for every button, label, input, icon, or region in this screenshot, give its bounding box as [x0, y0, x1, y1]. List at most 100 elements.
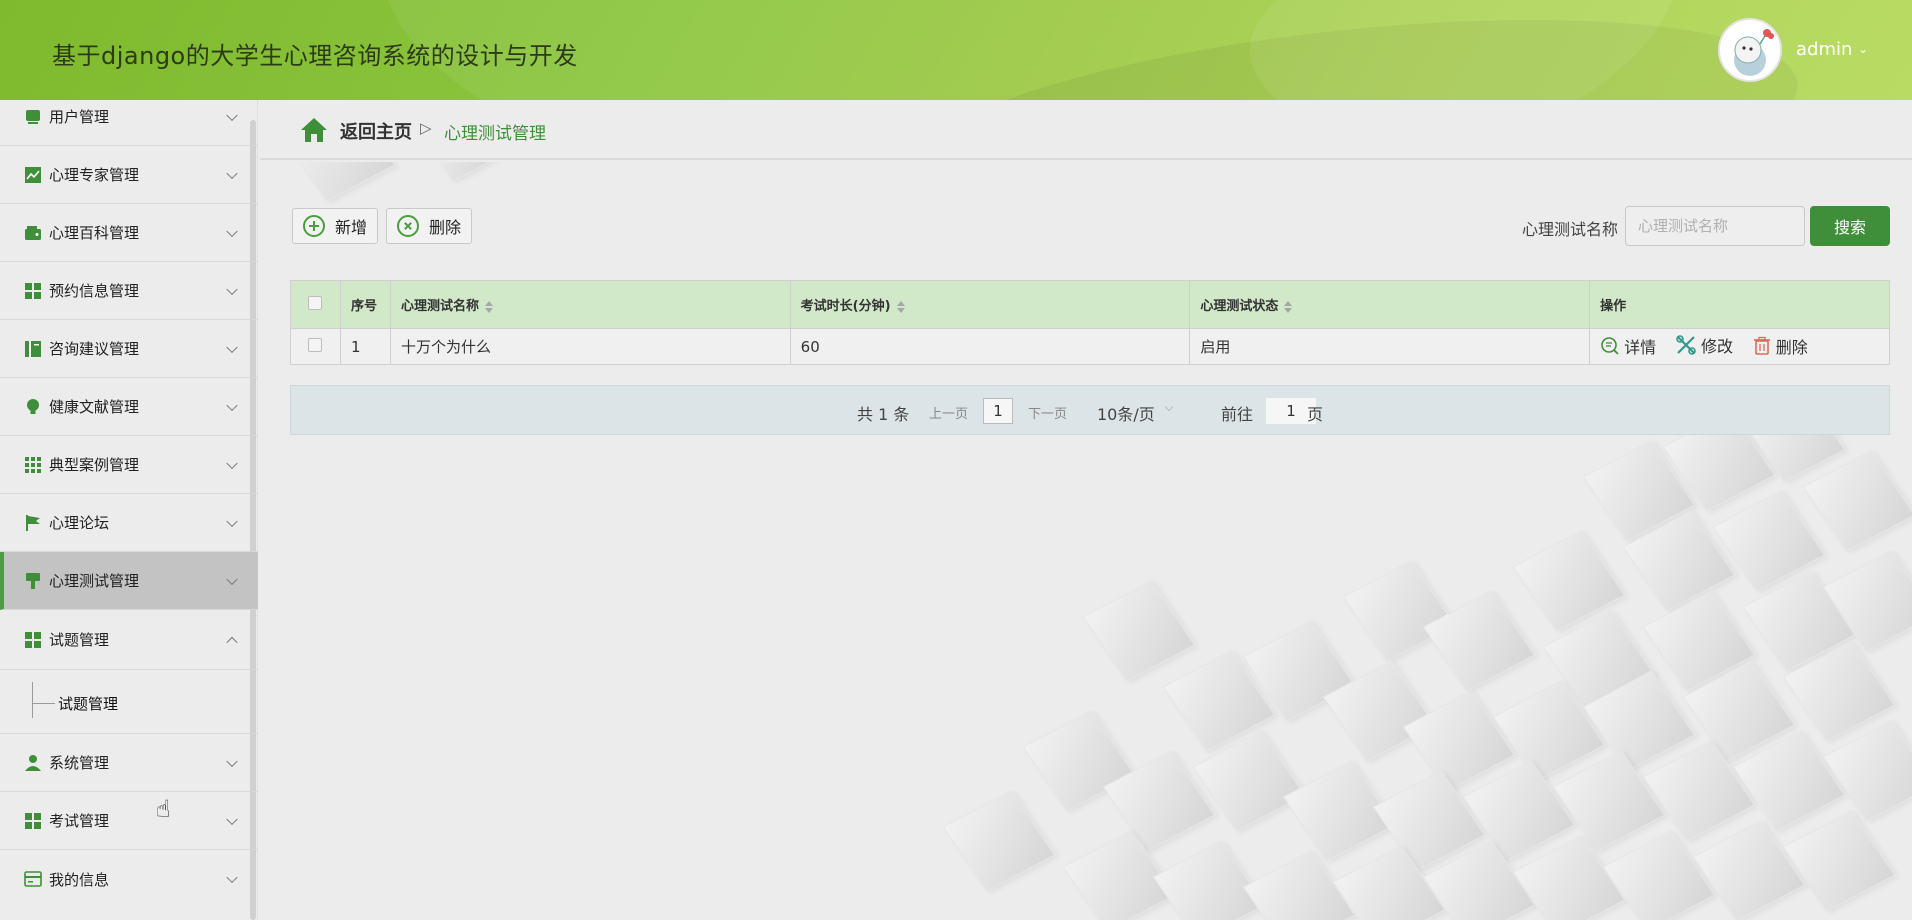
- row-select-cell[interactable]: [290, 328, 341, 365]
- chevron-down-icon[interactable]: [1164, 402, 1174, 412]
- book-icon: [24, 340, 42, 358]
- sidebar: 用户管理 心理专家管理 心理百科管理 预约信息管理 咨询建议管理 健康文献管理 …: [0, 100, 258, 920]
- chevron-down-icon: [226, 167, 238, 179]
- sort-icon[interactable]: [1284, 300, 1293, 313]
- breadcrumb-separator: ▷: [420, 119, 432, 137]
- column-header-duration[interactable]: 考试时长(分钟): [789, 280, 1191, 329]
- submenu-item-question-management[interactable]: 试题管理: [58, 693, 118, 714]
- search-input[interactable]: [1625, 206, 1805, 246]
- row-checkbox[interactable]: [308, 337, 323, 352]
- avatar[interactable]: [1718, 18, 1782, 82]
- sidebar-item-user-management[interactable]: 用户管理: [0, 88, 258, 146]
- brush-icon: [24, 572, 42, 590]
- edit-label: 修改: [1700, 337, 1733, 356]
- sidebar-item-label: 心理论坛: [49, 514, 110, 532]
- card-icon: [24, 870, 42, 888]
- detail-icon: [1601, 337, 1619, 355]
- sidebar-item-question-management[interactable]: 试题管理: [0, 610, 258, 670]
- column-header-status[interactable]: 心理测试状态: [1189, 280, 1591, 329]
- app-title: 基于django的大学生心理咨询系统的设计与开发: [52, 42, 578, 70]
- column-header-actions: 操作: [1589, 280, 1890, 329]
- breadcrumb-home-link[interactable]: 返回主页: [340, 118, 412, 144]
- chevron-down-icon: [226, 225, 238, 237]
- close-circle-icon: [397, 215, 419, 237]
- goto-label: 前往: [1221, 405, 1254, 424]
- sidebar-item-label: 健康文献管理: [49, 398, 140, 416]
- sidebar-item-label: 试题管理: [49, 631, 110, 649]
- prev-page-button[interactable]: 上一页: [929, 403, 968, 422]
- edit-button[interactable]: 修改: [1675, 333, 1733, 357]
- pagination-total: 共 1 条: [857, 405, 910, 424]
- sidebar-item-system-management[interactable]: 系统管理: [0, 734, 258, 792]
- column-header-index: 序号: [339, 280, 391, 329]
- detail-label: 详情: [1624, 338, 1657, 357]
- sidebar-item-label: 典型案例管理: [49, 456, 140, 474]
- add-button-label: 新增: [335, 218, 368, 237]
- pointer-cursor-icon: ☝: [156, 795, 171, 823]
- sidebar-submenu[interactable]: 试题管理: [0, 670, 258, 734]
- user-name[interactable]: admin: [1796, 39, 1852, 60]
- sidebar-item-exam-management[interactable]: 考试管理: [0, 792, 258, 850]
- sidebar-item-label: 我的信息: [49, 870, 110, 889]
- home-icon[interactable]: [300, 117, 328, 143]
- delete-button[interactable]: 删除: [386, 208, 473, 244]
- sidebar-item-appointment-management[interactable]: 预约信息管理: [0, 262, 258, 320]
- apps-icon: [24, 456, 42, 474]
- sidebar-item-encyclopedia-management[interactable]: 心理百科管理: [0, 204, 258, 262]
- column-header-label: 心理测试状态: [1200, 299, 1279, 314]
- sidebar-item-advice-management[interactable]: 咨询建议管理: [0, 320, 258, 378]
- breadcrumb-current: 心理测试管理: [444, 124, 546, 144]
- top-header: 基于django的大学生心理咨询系统的设计与开发 admin ⌄: [0, 0, 1912, 100]
- cell-duration: 60: [789, 328, 1191, 365]
- wallet-icon: [24, 224, 42, 242]
- chevron-down-icon: [226, 283, 238, 295]
- column-header-label: 心理测试名称: [400, 299, 479, 314]
- sidebar-item-literature-management[interactable]: 健康文献管理: [0, 378, 258, 436]
- chevron-down-icon: [226, 871, 238, 884]
- chevron-up-icon: [226, 636, 238, 648]
- chevron-down-icon: [226, 109, 238, 121]
- next-page-button[interactable]: 下一页: [1028, 403, 1067, 422]
- select-all-cell[interactable]: [290, 280, 341, 329]
- sidebar-item-my-info[interactable]: 我的信息: [0, 850, 258, 908]
- sort-icon[interactable]: [484, 300, 493, 313]
- delete-button-label: 删除: [429, 218, 462, 237]
- data-table: 序号 心理测试名称 考试时长(分钟) 心理测试状态 操作 1 十万个为什么 60…: [290, 280, 1890, 365]
- search-button[interactable]: 搜索: [1810, 206, 1890, 246]
- sidebar-item-forum[interactable]: 心理论坛: [0, 494, 258, 552]
- table-row: 1 十万个为什么 60 启用 详情 修改 删除: [290, 328, 1890, 365]
- sort-icon[interactable]: [896, 300, 905, 313]
- sidebar-item-label: 考试管理: [49, 812, 110, 830]
- cell-index: 1: [339, 328, 391, 365]
- chevron-down-icon: [226, 341, 238, 353]
- wrench-icon: [1676, 335, 1696, 355]
- submenu-tree-line: [33, 703, 55, 704]
- grid-icon: [24, 631, 42, 649]
- background-decoration: [260, 162, 1912, 920]
- chevron-down-icon: [226, 399, 238, 411]
- page-size-select[interactable]: 10条/页: [1097, 401, 1155, 425]
- goto-suffix: 页: [1307, 405, 1324, 424]
- pagination: 共 1 条 上一页 1 下一页 10条/页 前往 页: [290, 385, 1890, 435]
- chevron-down-icon: [226, 515, 238, 527]
- grid-icon: [24, 812, 42, 830]
- add-button[interactable]: 新增: [292, 208, 379, 244]
- row-delete-button[interactable]: 删除: [1752, 334, 1808, 358]
- sidebar-item-expert-management[interactable]: 心理专家管理: [0, 146, 258, 204]
- select-all-checkbox[interactable]: [308, 295, 323, 310]
- sidebar-item-label: 心理百科管理: [49, 224, 140, 242]
- sidebar-item-label: 心理测试管理: [49, 572, 140, 590]
- current-page[interactable]: 1: [983, 398, 1013, 424]
- submenu-tree-line: [32, 682, 33, 718]
- sidebar-item-case-management[interactable]: 典型案例管理: [0, 436, 258, 494]
- breadcrumb: 返回主页 ▷ 心理测试管理: [260, 100, 1912, 160]
- grid-icon: [24, 282, 42, 300]
- chevron-down-icon: [226, 573, 238, 585]
- table-header-row: 序号 心理测试名称 考试时长(分钟) 心理测试状态 操作: [290, 280, 1890, 329]
- detail-button[interactable]: 详情: [1600, 334, 1656, 358]
- column-header-name[interactable]: 心理测试名称: [389, 280, 791, 329]
- sidebar-item-label: 预约信息管理: [49, 282, 140, 300]
- chevron-down-icon[interactable]: ⌄: [1858, 42, 1868, 56]
- sidebar-item-test-management[interactable]: 心理测试管理: [0, 552, 258, 610]
- column-header-label: 考试时长(分钟): [800, 299, 891, 314]
